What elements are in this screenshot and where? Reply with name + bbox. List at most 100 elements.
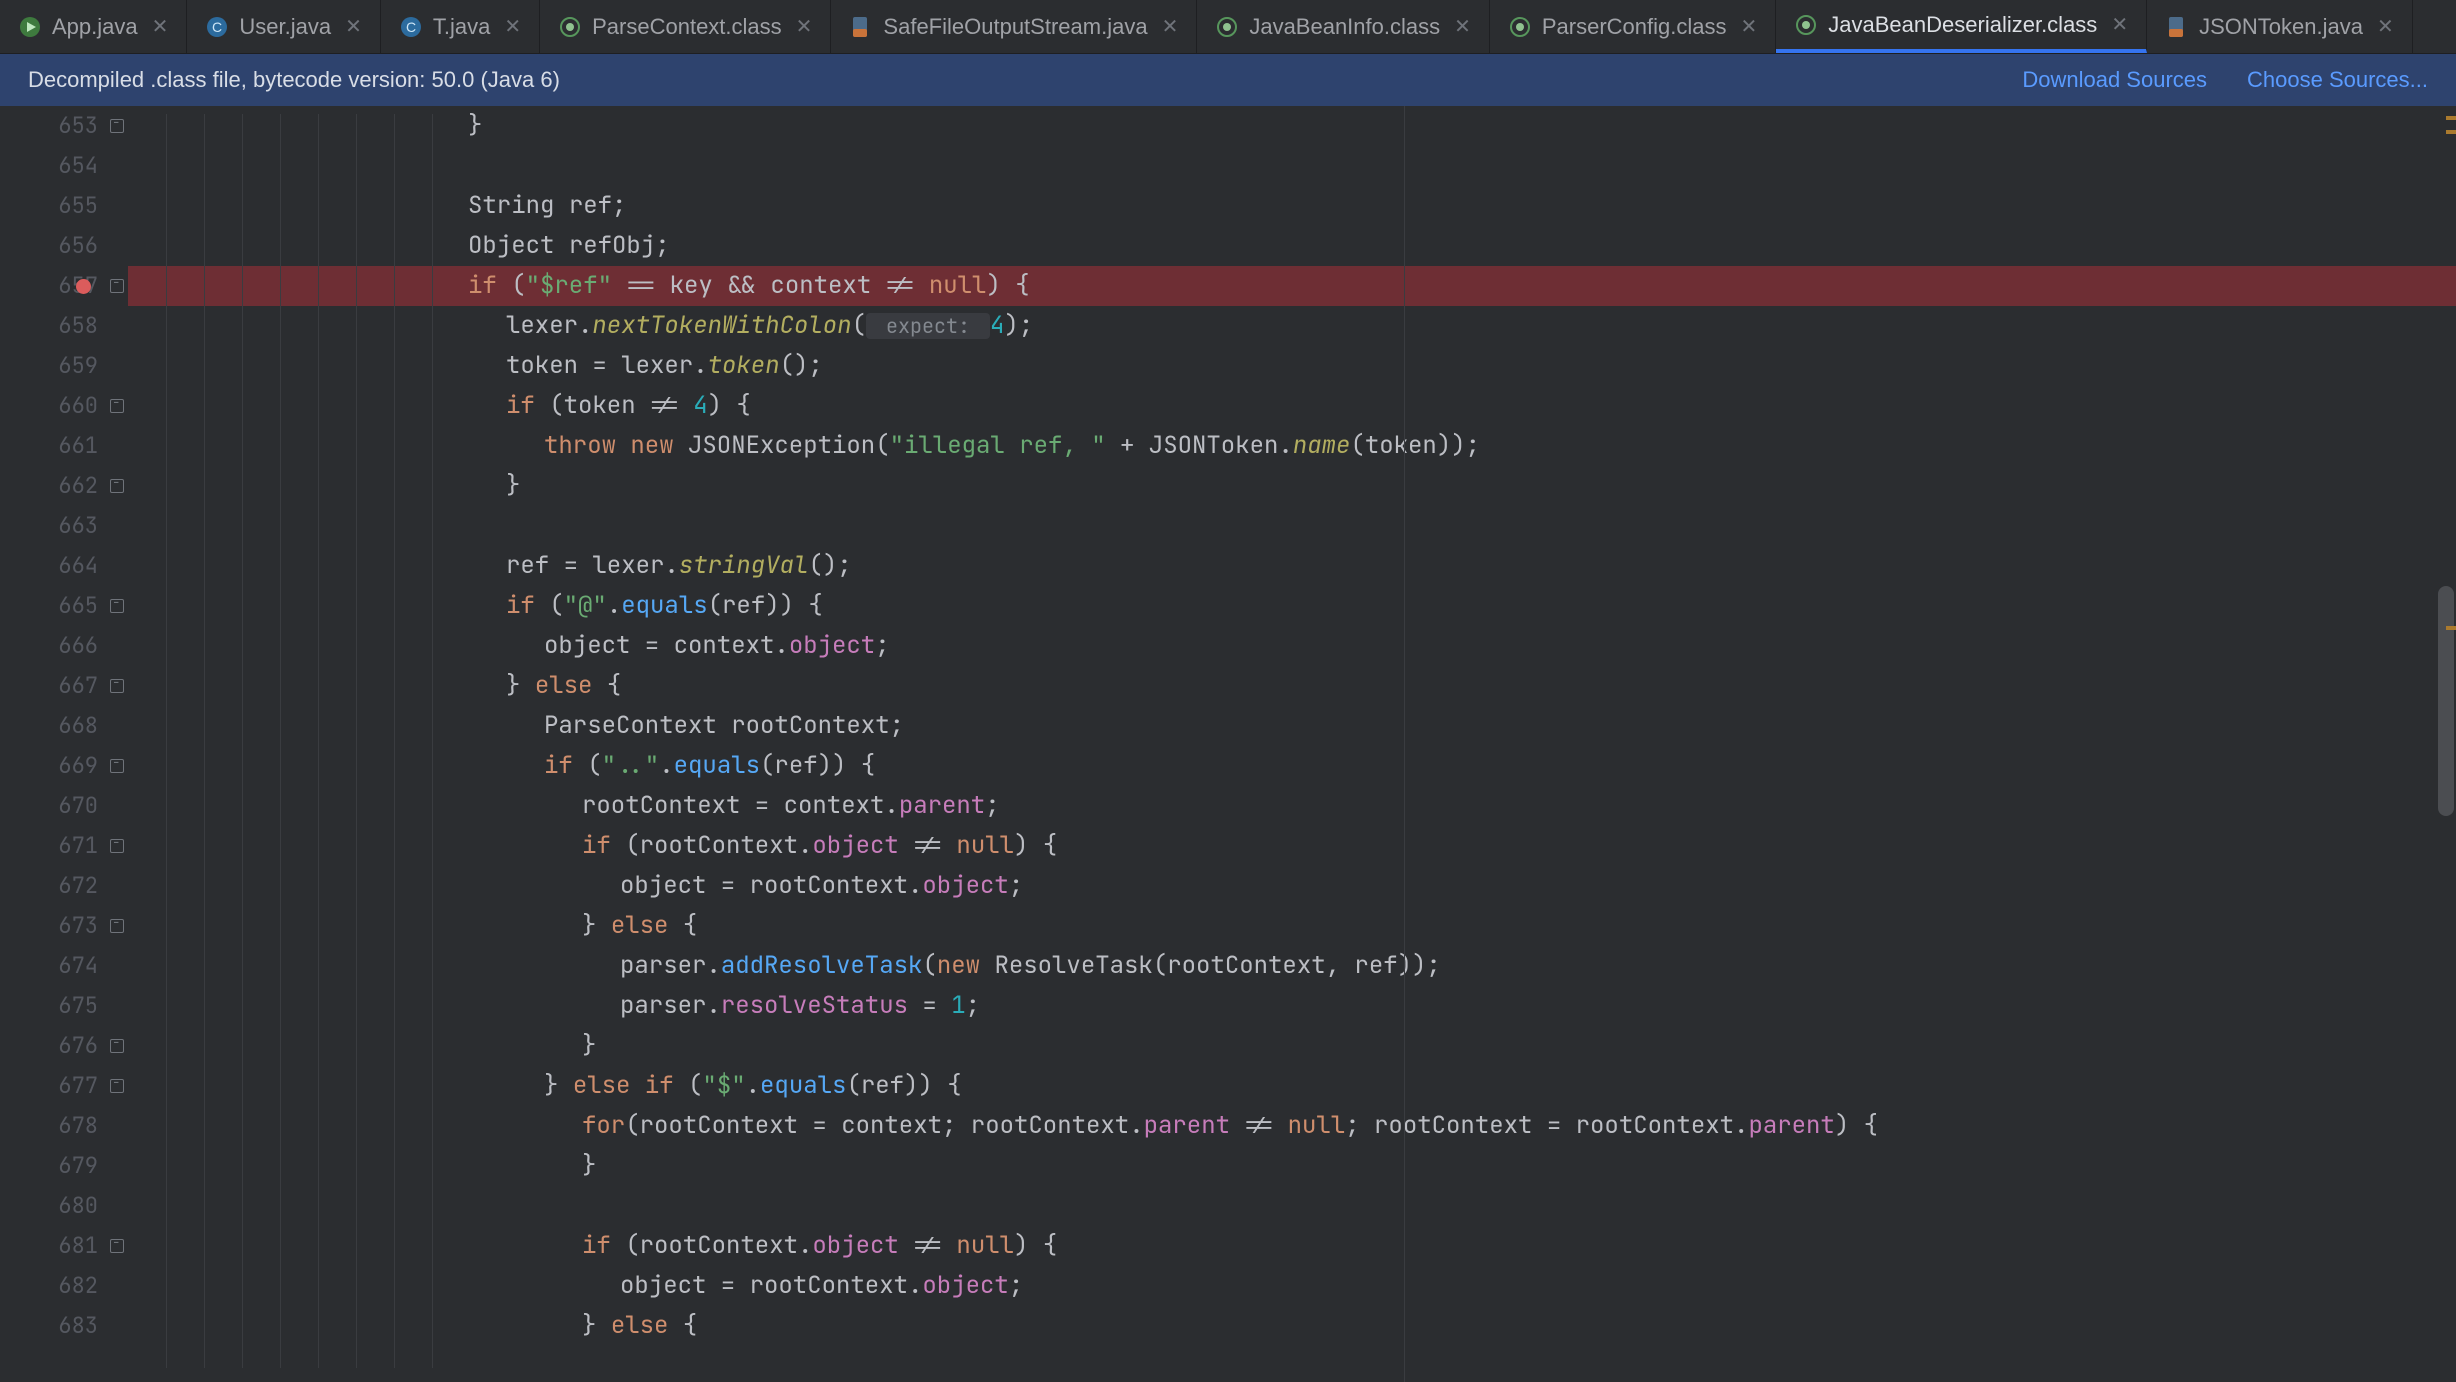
code-line[interactable]: } else {: [128, 906, 2456, 946]
code-line[interactable]: [128, 1186, 2456, 1226]
code-line[interactable]: parser.resolveStatus = 1;: [128, 986, 2456, 1026]
line-number[interactable]: 667: [0, 666, 98, 706]
line-number[interactable]: 679: [0, 1146, 98, 1186]
line-number[interactable]: 676: [0, 1026, 98, 1066]
fold-toggle-icon[interactable]: [110, 399, 124, 413]
tab-jsontoken-java[interactable]: JSONToken.java✕: [2147, 0, 2413, 53]
code-line[interactable]: token = lexer.token();: [128, 346, 2456, 386]
code-line[interactable]: rootContext = context.parent;: [128, 786, 2456, 826]
code-line[interactable]: parser.addResolveTask(new ResolveTask(ro…: [128, 946, 2456, 986]
close-icon[interactable]: ✕: [504, 14, 521, 39]
code-line[interactable]: }: [128, 466, 2456, 506]
line-number[interactable]: 680: [0, 1186, 98, 1226]
code-line[interactable]: Object refObj;: [128, 226, 2456, 266]
line-number[interactable]: 683: [0, 1306, 98, 1346]
fold-toggle-icon[interactable]: [110, 1079, 124, 1093]
line-number[interactable]: 669: [0, 746, 98, 786]
code-line[interactable]: } else {: [128, 1306, 2456, 1346]
fold-toggle-icon[interactable]: [110, 119, 124, 133]
line-number[interactable]: 672: [0, 866, 98, 906]
code-line[interactable]: ref = lexer.stringVal();: [128, 546, 2456, 586]
close-icon[interactable]: ✕: [1162, 14, 1179, 39]
close-icon[interactable]: ✕: [2111, 12, 2128, 37]
line-number[interactable]: 682: [0, 1266, 98, 1306]
line-number[interactable]: 681: [0, 1226, 98, 1266]
line-number[interactable]: 675: [0, 986, 98, 1026]
line-number[interactable]: 661: [0, 426, 98, 466]
fold-toggle-icon[interactable]: [110, 679, 124, 693]
error-stripe-mark[interactable]: [2446, 116, 2456, 120]
line-number[interactable]: 653: [0, 106, 98, 146]
error-stripe-mark[interactable]: [2446, 626, 2456, 630]
code-line[interactable]: [128, 506, 2456, 546]
close-icon[interactable]: ✕: [152, 14, 169, 39]
line-number[interactable]: 662: [0, 466, 98, 506]
line-number[interactable]: 663: [0, 506, 98, 546]
tab-parsecontext-class[interactable]: ParseContext.class✕: [540, 0, 831, 53]
close-icon[interactable]: ✕: [1454, 14, 1471, 39]
line-number[interactable]: 655: [0, 186, 98, 226]
tab-app-java[interactable]: App.java✕: [0, 0, 187, 53]
line-number[interactable]: 670: [0, 786, 98, 826]
code-line[interactable]: object = rootContext.object;: [128, 866, 2456, 906]
code-line[interactable]: if ("..".equals(ref)) {: [128, 746, 2456, 786]
line-number[interactable]: 671: [0, 826, 98, 866]
choose-sources-link[interactable]: Choose Sources...: [2247, 67, 2428, 93]
download-sources-link[interactable]: Download Sources: [2022, 67, 2207, 93]
tab-safefileoutputstream-java[interactable]: SafeFileOutputStream.java✕: [831, 0, 1197, 53]
line-number[interactable]: 668: [0, 706, 98, 746]
line-number[interactable]: 674: [0, 946, 98, 986]
line-number[interactable]: 656: [0, 226, 98, 266]
error-stripe[interactable]: [2444, 106, 2456, 1382]
line-number[interactable]: 665: [0, 586, 98, 626]
close-icon[interactable]: ✕: [2377, 14, 2394, 39]
fold-toggle-icon[interactable]: [110, 1039, 124, 1053]
code-line[interactable]: }: [128, 106, 2456, 146]
breakpoint-icon[interactable]: [76, 279, 91, 294]
code-line[interactable]: }: [128, 1026, 2456, 1066]
tab-javabeaninfo-class[interactable]: JavaBeanInfo.class✕: [1197, 0, 1490, 53]
tab-javabeandeserializer-class[interactable]: JavaBeanDeserializer.class✕: [1776, 0, 2147, 53]
code-line[interactable]: if (rootContext.object != null) {: [128, 1226, 2456, 1266]
line-number[interactable]: 659: [0, 346, 98, 386]
code-line[interactable]: object = context.object;: [128, 626, 2456, 666]
fold-toggle-icon[interactable]: [110, 839, 124, 853]
code-line[interactable]: if ("@".equals(ref)) {: [128, 586, 2456, 626]
line-number[interactable]: 664: [0, 546, 98, 586]
code-line[interactable]: if (rootContext.object != null) {: [128, 826, 2456, 866]
code-line[interactable]: lexer.nextTokenWithColon( expect: 4);: [128, 306, 2456, 346]
line-number[interactable]: 658: [0, 306, 98, 346]
code-line[interactable]: }: [128, 1146, 2456, 1186]
close-icon[interactable]: ✕: [796, 14, 813, 39]
code-line[interactable]: if ("$ref" == key && context != null) {: [128, 266, 2456, 306]
fold-toggle-icon[interactable]: [110, 759, 124, 773]
line-number[interactable]: 677: [0, 1066, 98, 1106]
fold-toggle-icon[interactable]: [110, 1239, 124, 1253]
line-number[interactable]: 654: [0, 146, 98, 186]
code-area[interactable]: } String ref;Object refObj;if ("$ref" == …: [128, 106, 2456, 1382]
code-line[interactable]: ParseContext rootContext;: [128, 706, 2456, 746]
code-line[interactable]: String ref;: [128, 186, 2456, 226]
code-line[interactable]: object = rootContext.object;: [128, 1266, 2456, 1306]
code-line[interactable]: for(rootContext = context; rootContext.p…: [128, 1106, 2456, 1146]
code-line[interactable]: } else {: [128, 666, 2456, 706]
tab-t-java[interactable]: CT.java✕: [381, 0, 540, 53]
line-number[interactable]: 666: [0, 626, 98, 666]
line-number[interactable]: 678: [0, 1106, 98, 1146]
fold-toggle-icon[interactable]: [110, 279, 124, 293]
fold-toggle-icon[interactable]: [110, 919, 124, 933]
fold-toggle-icon[interactable]: [110, 599, 124, 613]
close-icon[interactable]: ✕: [345, 14, 362, 39]
code-line[interactable]: } else if ("$".equals(ref)) {: [128, 1066, 2456, 1106]
code-line[interactable]: if (token != 4) {: [128, 386, 2456, 426]
line-number[interactable]: 660: [0, 386, 98, 426]
tab-user-java[interactable]: CUser.java✕: [187, 0, 380, 53]
code-line[interactable]: [128, 146, 2456, 186]
tab-parserconfig-class[interactable]: ParserConfig.class✕: [1490, 0, 1776, 53]
close-icon[interactable]: ✕: [1741, 14, 1758, 39]
code-editor[interactable]: 6536546556566576586596606616626636646656…: [0, 106, 2456, 1382]
error-stripe-mark[interactable]: [2446, 130, 2456, 134]
fold-toggle-icon[interactable]: [110, 479, 124, 493]
code-line[interactable]: throw new JSONException("illegal ref, " …: [128, 426, 2456, 466]
line-number[interactable]: 673: [0, 906, 98, 946]
